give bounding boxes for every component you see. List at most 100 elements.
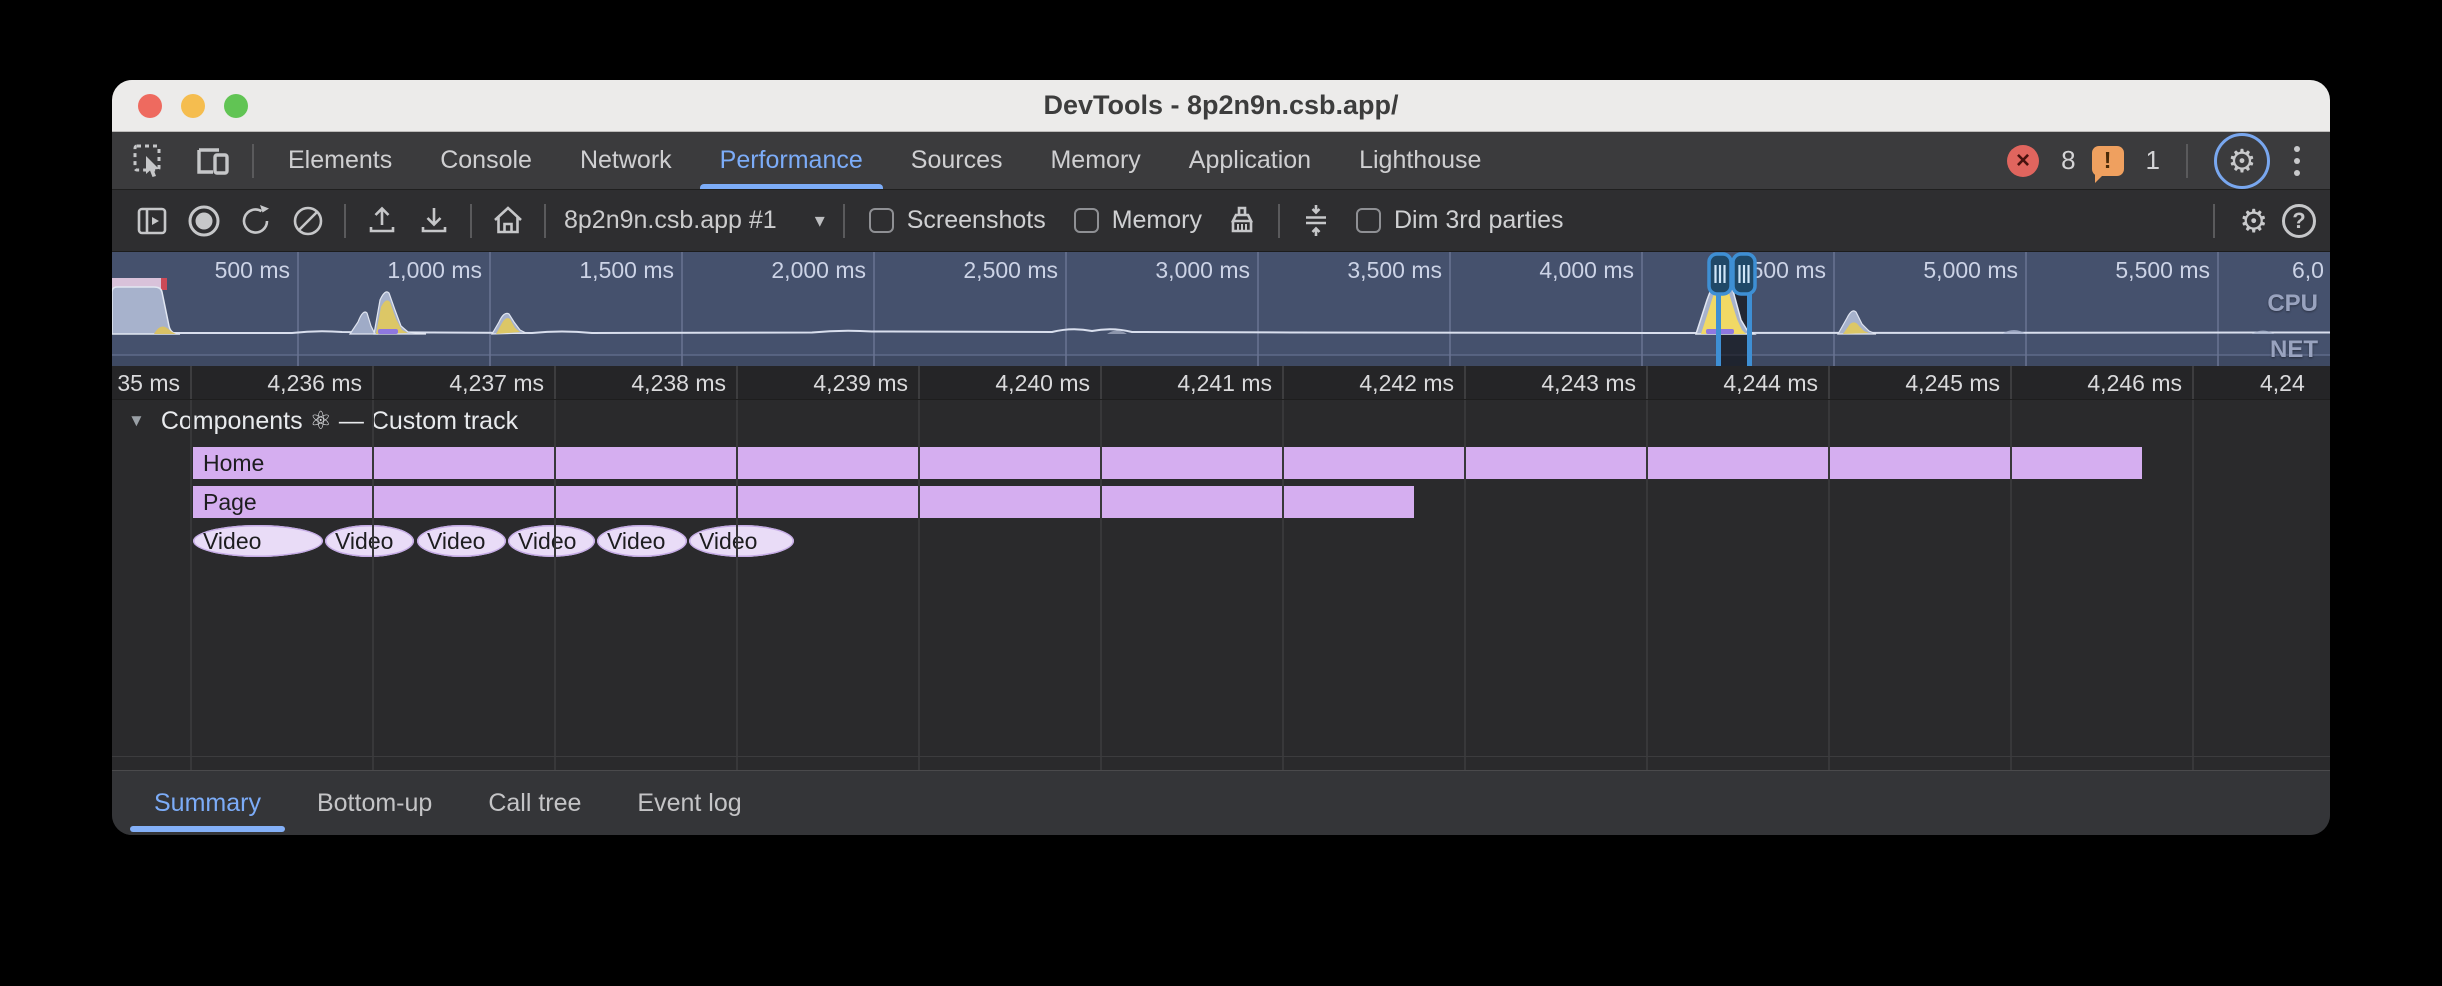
close-window-button[interactable] — [138, 94, 162, 118]
tab-lighthouse[interactable]: Lighthouse — [1335, 132, 1505, 189]
tab-event-log[interactable]: Event log — [609, 771, 769, 835]
collapse-triangle-icon[interactable]: ▼ — [128, 411, 145, 431]
help-icon[interactable]: ? — [2282, 204, 2316, 238]
tab-performance[interactable]: Performance — [696, 132, 887, 189]
collapse-panel-icon[interactable] — [1296, 201, 1336, 241]
tab-network[interactable]: Network — [556, 132, 696, 189]
tab-bottom-up[interactable]: Bottom-up — [289, 771, 460, 835]
performance-toolbar: 8p2n9n.csb.app #1 ▾ Screenshots Memory — [112, 190, 2330, 252]
separator — [2186, 144, 2188, 178]
tabbar-left-icons — [112, 132, 242, 189]
more-options-icon[interactable] — [2286, 146, 2308, 176]
dim-3rd-parties-label: Dim 3rd parties — [1394, 206, 1564, 235]
separator — [252, 144, 254, 178]
content-gridline — [1828, 400, 1830, 770]
detail-time-ruler[interactable]: 35 ms4,236 ms4,237 ms4,238 ms4,239 ms4,2… — [112, 366, 2330, 400]
content-gridline — [1100, 400, 1102, 770]
components-track-title: Components ⚛ — Custom track — [161, 406, 518, 436]
flame-bar-video[interactable]: Video — [597, 525, 687, 557]
components-track-header[interactable]: ▼ Components ⚛ — Custom track — [112, 406, 518, 436]
content-gridline — [1464, 400, 1466, 770]
separator — [470, 204, 472, 238]
separator — [544, 204, 546, 238]
clear-icon[interactable] — [288, 201, 328, 241]
content-gridline — [1282, 400, 1284, 770]
flame-bar-video[interactable]: Video — [689, 525, 794, 557]
flame-bar-page[interactable]: Page — [193, 486, 1414, 518]
devtools-window: DevTools - 8p2n9n.csb.app/ ElementsConso… — [112, 80, 2330, 835]
ruler-tick: 4,236 ms — [182, 366, 362, 400]
panel-tabs: ElementsConsoleNetworkPerformanceSources… — [264, 132, 1505, 189]
overview-tick: 3,000 ms — [1074, 257, 1250, 284]
warning-count[interactable]: 1 — [2146, 145, 2160, 176]
ruler-tick: 4,239 ms — [728, 366, 908, 400]
device-toolbar-icon[interactable] — [192, 141, 232, 181]
flame-bar-home[interactable]: Home — [193, 447, 2142, 479]
flamechart-content[interactable]: ▼ Components ⚛ — Custom track Home Page Vi… — [112, 400, 2330, 770]
warning-badge-icon[interactable]: ! — [2092, 146, 2124, 176]
tab-memory[interactable]: Memory — [1026, 132, 1164, 189]
inspect-element-icon[interactable] — [130, 141, 170, 181]
tab-elements[interactable]: Elements — [264, 132, 416, 189]
chevron-down-icon: ▾ — [815, 208, 825, 233]
reload-record-icon[interactable] — [236, 201, 276, 241]
home-icon[interactable] — [488, 201, 528, 241]
capture-settings-gear-icon[interactable]: ⚙ — [2239, 205, 2268, 237]
target-selector[interactable]: 8p2n9n.csb.app #1 ▾ — [564, 206, 825, 235]
toggle-sidebar-icon[interactable] — [132, 201, 172, 241]
overview-tick: 5,000 ms — [1842, 257, 2018, 284]
tab-console[interactable]: Console — [416, 132, 556, 189]
download-profile-icon[interactable] — [414, 201, 454, 241]
flame-bar-video[interactable]: Video — [417, 525, 506, 557]
dim-3rd-parties-checkbox-row[interactable]: Dim 3rd parties — [1356, 206, 1564, 235]
separator — [1278, 204, 1280, 238]
flame-bar-video[interactable]: Video — [193, 525, 323, 557]
tab-call-tree[interactable]: Call tree — [460, 771, 609, 835]
tab-summary[interactable]: Summary — [126, 771, 289, 835]
content-gridline — [918, 400, 920, 770]
error-badge-icon[interactable]: × — [2007, 145, 2039, 177]
overview-tick: 2,500 ms — [882, 257, 1058, 284]
content-gridline — [2010, 400, 2012, 770]
content-gridline — [1646, 400, 1648, 770]
screenshots-label: Screenshots — [907, 206, 1046, 235]
ruler-tick: 4,238 ms — [546, 366, 726, 400]
error-count[interactable]: 8 — [2061, 145, 2075, 176]
content-gridline — [190, 400, 192, 770]
dim-3rd-parties-checkbox[interactable] — [1356, 208, 1381, 233]
screenshots-checkbox[interactable] — [869, 208, 894, 233]
ruler-gridline — [2192, 366, 2194, 399]
zoom-window-button[interactable] — [224, 94, 248, 118]
overview-tick: 1,000 ms — [306, 257, 482, 284]
separator — [2213, 204, 2215, 238]
timeline-overview[interactable]: 500 ms1,000 ms1,500 ms2,000 ms2,500 ms3,… — [112, 252, 2330, 366]
collect-garbage-icon[interactable] — [1222, 201, 1262, 241]
cpu-lane-label: CPU — [2267, 290, 2318, 318]
ruler-tick: 4,246 ms — [2002, 366, 2182, 400]
content-gridline — [372, 400, 374, 770]
overview-tick: 1,500 ms — [498, 257, 674, 284]
tab-sources[interactable]: Sources — [887, 132, 1027, 189]
devtools-tabbar: ElementsConsoleNetworkPerformanceSources… — [112, 132, 2330, 190]
memory-checkbox[interactable] — [1074, 208, 1099, 233]
screenshots-checkbox-row[interactable]: Screenshots — [869, 206, 1046, 235]
overview-tick: 3,500 ms — [1266, 257, 1442, 284]
upload-profile-icon[interactable] — [362, 201, 402, 241]
flame-bar-video[interactable]: Video — [508, 525, 595, 557]
ruler-tick: 4,245 ms — [1820, 366, 2000, 400]
toolbar-right: ⚙ ? — [2203, 204, 2316, 238]
content-gridline — [736, 400, 738, 770]
record-icon[interactable] — [184, 201, 224, 241]
flame-bar-video[interactable]: Video — [325, 525, 414, 557]
content-gridline — [2192, 400, 2194, 770]
tab-application[interactable]: Application — [1165, 132, 1335, 189]
ruler-tick: 4,242 ms — [1274, 366, 1454, 400]
ruler-tick: 4,24 — [2260, 366, 2305, 400]
minimize-window-button[interactable] — [181, 94, 205, 118]
separator — [843, 204, 845, 238]
memory-label: Memory — [1112, 206, 1202, 235]
traffic-lights — [138, 94, 248, 118]
memory-checkbox-row[interactable]: Memory — [1074, 206, 1202, 235]
settings-gear-icon[interactable]: ⚙ — [2228, 145, 2257, 177]
ruler-tick: 4,240 ms — [910, 366, 1090, 400]
